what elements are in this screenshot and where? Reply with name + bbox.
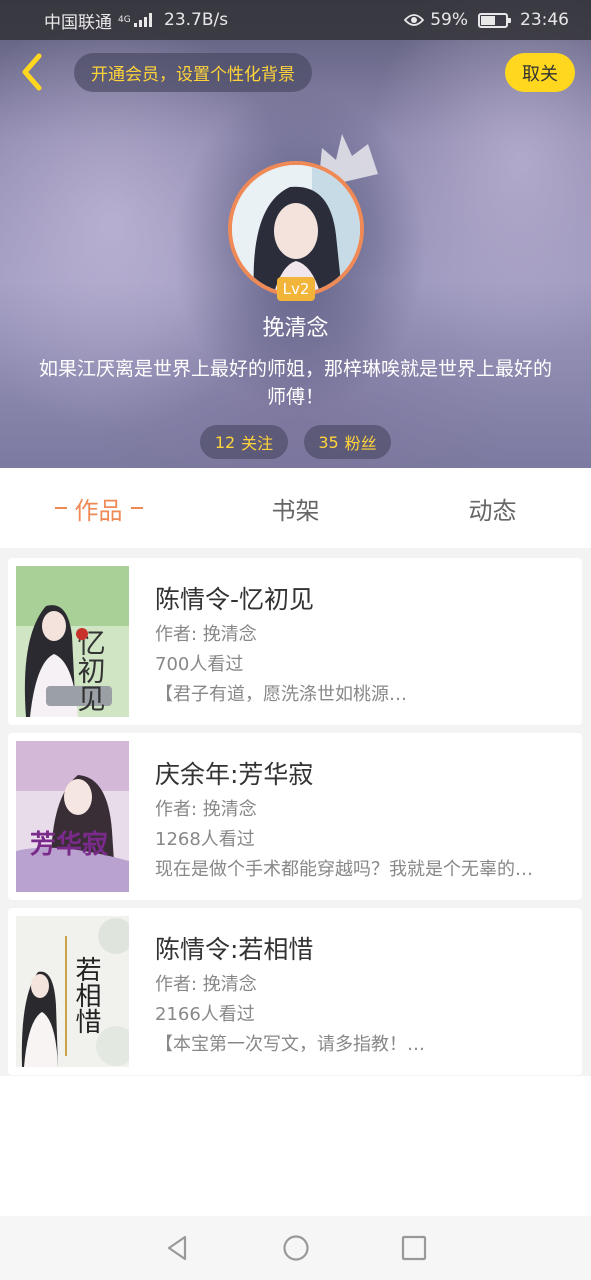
tab-works[interactable]: 作品 bbox=[0, 468, 197, 548]
profile-header: 中国联通 4G 23.7B/s 59% 23:46 开通会员，设置个性化背景 取… bbox=[0, 0, 591, 468]
battery-icon bbox=[478, 12, 511, 28]
tab-indicator-left bbox=[54, 507, 67, 509]
eye-icon bbox=[404, 14, 425, 26]
tab-activity-label: 动态 bbox=[468, 496, 517, 525]
book-views: 1268人看过 bbox=[155, 829, 255, 850]
tab-activity[interactable]: 动态 bbox=[394, 468, 591, 548]
fans-count: 35 bbox=[318, 432, 339, 452]
back-button[interactable] bbox=[14, 52, 50, 92]
book-views: 700人看过 bbox=[155, 654, 244, 675]
following-label: 关注 bbox=[241, 434, 274, 453]
profile-tabs: 作品 书架 动态 bbox=[0, 468, 591, 548]
book-intro: 【本宝第一次写文，请多指教！… bbox=[155, 1034, 425, 1055]
tab-works-label: 作品 bbox=[74, 496, 123, 525]
following-stat[interactable]: 12 关注 bbox=[200, 425, 288, 459]
cover-title: 若相惜 bbox=[71, 956, 101, 1034]
battery-percent: 59% bbox=[430, 10, 468, 30]
cover-title: 忆初见 bbox=[74, 628, 107, 712]
book-title: 庆余年:芳华寂 bbox=[155, 760, 314, 789]
book-intro: 【君子有道，愿洗涤世如桃源… bbox=[155, 684, 407, 705]
book-views: 2166人看过 bbox=[155, 1004, 255, 1025]
book-title: 陈情令-忆初见 bbox=[155, 585, 315, 614]
following-count: 12 bbox=[214, 432, 236, 452]
cover-title: 芳华寂 bbox=[30, 829, 108, 860]
triangle-back-icon[interactable] bbox=[163, 1233, 193, 1263]
carrier-label: 中国联通 bbox=[44, 12, 112, 33]
vip-background-banner[interactable]: 开通会员，设置个性化背景 bbox=[74, 53, 312, 92]
username: 挽清念 bbox=[262, 316, 329, 341]
clock: 23:46 bbox=[520, 10, 569, 30]
book-intro: 现在是做个手术都能穿越吗？我就是个无辜的… bbox=[155, 859, 533, 880]
book-card[interactable]: 芳华寂 庆余年:芳华寂 作者: 挽清念 1268人看过 现在是做个手术都能穿越吗… bbox=[8, 733, 582, 900]
tab-bookshelf-label: 书架 bbox=[271, 496, 320, 525]
unfollow-button[interactable]: 取关 bbox=[505, 53, 575, 92]
book-title: 陈情令:若相惜 bbox=[155, 935, 314, 964]
book-cover: 忆初见 bbox=[16, 566, 129, 717]
book-cover: 若相惜 bbox=[16, 916, 129, 1067]
book-author: 作者: 挽清念 bbox=[155, 974, 257, 995]
user-bio: 如果江厌离是世界上最好的师姐，那梓琳唉就是世界上最好的师傅！ bbox=[38, 358, 552, 408]
book-list: 忆初见 陈情令-忆初见 作者: 挽清念 700人看过 【君子有道，愿洗涤世如桃源… bbox=[0, 548, 591, 1076]
book-card[interactable]: 忆初见 陈情令-忆初见 作者: 挽清念 700人看过 【君子有道，愿洗涤世如桃源… bbox=[8, 558, 582, 725]
square-recent-icon[interactable] bbox=[399, 1233, 429, 1263]
network-speed: 23.7B/s bbox=[164, 10, 229, 30]
tab-indicator-right bbox=[130, 507, 143, 509]
fans-label: 粉丝 bbox=[344, 434, 377, 453]
tab-bookshelf[interactable]: 书架 bbox=[197, 468, 394, 548]
status-bar: 中国联通 4G 23.7B/s 59% 23:46 bbox=[0, 0, 591, 40]
book-author: 作者: 挽清念 bbox=[155, 624, 257, 645]
fans-stat[interactable]: 35 粉丝 bbox=[304, 425, 391, 459]
book-card[interactable]: 若相惜 陈情令:若相惜 作者: 挽清念 2166人看过 【本宝第一次写文，请多指… bbox=[8, 908, 582, 1075]
book-cover: 芳华寂 bbox=[16, 741, 129, 892]
book-author: 作者: 挽清念 bbox=[155, 799, 257, 820]
network-type: 4G bbox=[118, 14, 131, 25]
signal-icon bbox=[134, 13, 152, 27]
avatar-image bbox=[232, 165, 360, 293]
system-nav-bar bbox=[0, 1216, 591, 1280]
circle-home-icon[interactable] bbox=[281, 1233, 311, 1263]
chevron-left-icon bbox=[22, 53, 42, 91]
level-badge: Lv2 bbox=[277, 277, 315, 301]
